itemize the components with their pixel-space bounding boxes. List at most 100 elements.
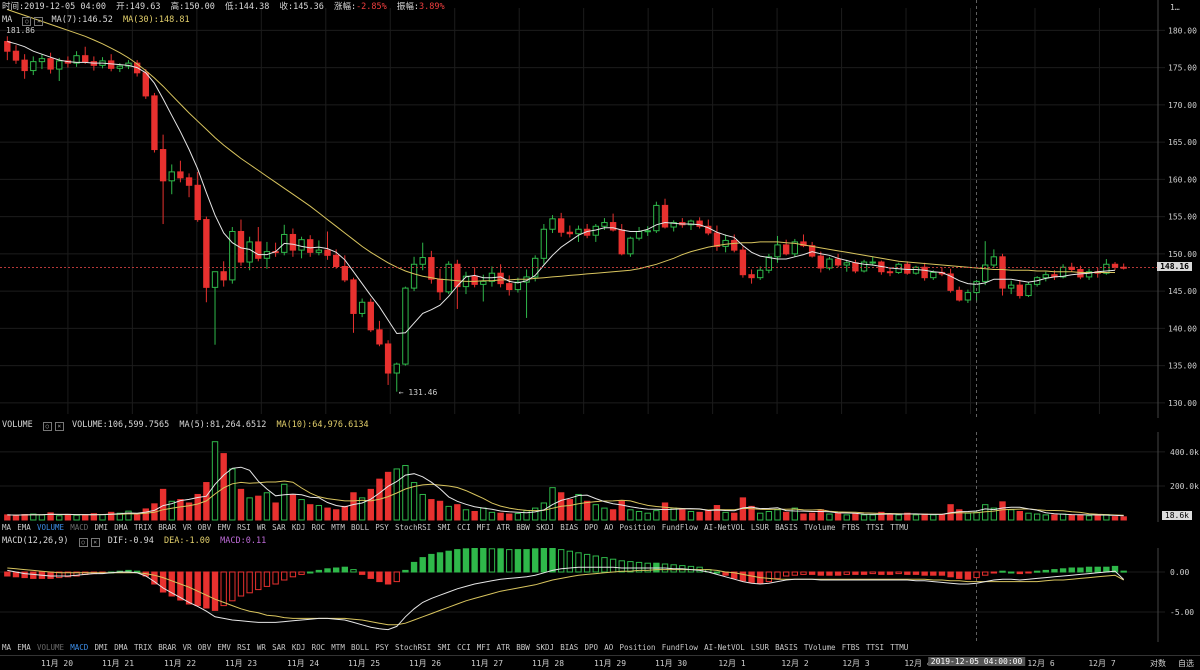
candlestick-chart[interactable]: 180.00 175.00 170.00 165.00 160.00 155.00 150.… xyxy=(0,0,1200,418)
macd-histogram-bar xyxy=(419,557,426,573)
candle-body xyxy=(618,229,625,255)
indicator-tab-mtm[interactable]: MTM xyxy=(331,523,345,532)
indicator-tab-ema[interactable]: EMA xyxy=(17,523,31,532)
indicator-tab-smi[interactable]: SMI xyxy=(437,523,451,532)
indicator-tab-ao[interactable]: AO xyxy=(604,523,613,532)
volume-bar xyxy=(999,501,1006,521)
settings-icon[interactable]: ○ xyxy=(42,422,52,431)
indicator-tab-ttmu[interactable]: TTMU xyxy=(890,523,908,532)
indicator-tab-brar[interactable]: BRAR xyxy=(158,643,176,652)
indicator-tab-wr[interactable]: WR xyxy=(257,523,266,532)
indicator-tab-ttsi[interactable]: TTSI xyxy=(866,523,884,532)
indicator-tab-ma[interactable]: MA xyxy=(2,523,11,532)
indicator-tab-bias[interactable]: BIAS xyxy=(560,643,578,652)
indicator-tab-stochrsi[interactable]: StochRSI xyxy=(395,643,431,652)
indicator-tab-cci[interactable]: CCI xyxy=(457,523,471,532)
indicator-tab-ai-netvol[interactable]: AI-NetVOL xyxy=(704,523,745,532)
volume-chart[interactable]: 400.0k 200.0k xyxy=(0,432,1200,522)
indicator-tab-dma[interactable]: DMA xyxy=(114,523,128,532)
close-icon[interactable]: × xyxy=(90,538,100,547)
indicator-tab-roc[interactable]: ROC xyxy=(312,523,326,532)
indicator-tab-emv[interactable]: EMV xyxy=(217,643,231,652)
indicator-tab-mtm[interactable]: MTM xyxy=(331,643,345,652)
indicator-tab-ttsi[interactable]: TTSI xyxy=(866,643,884,652)
indicator-tab-bias[interactable]: BIAS xyxy=(560,523,578,532)
close-icon[interactable]: × xyxy=(34,17,44,26)
close-icon[interactable]: × xyxy=(54,422,64,431)
indicator-tab-vr[interactable]: VR xyxy=(182,643,191,652)
time-axis[interactable]: 对数 自选 11月 20 11月 21 11月 22 11月 23 11月 24 11月 … xyxy=(0,655,1200,670)
indicator-tab-brar[interactable]: BRAR xyxy=(158,523,176,532)
indicator-tab-cci[interactable]: CCI xyxy=(457,643,471,652)
macd-chart[interactable]: 0.00 -5.00 xyxy=(0,548,1200,642)
indicator-tab-volume[interactable]: VOLUME xyxy=(37,523,64,532)
indicator-tab-trix[interactable]: TRIX xyxy=(134,643,152,652)
indicator-tab-skdj[interactable]: SKDJ xyxy=(536,643,554,652)
indicator-tab-tvolume[interactable]: TVolume xyxy=(804,643,836,652)
indicator-tab-vr[interactable]: VR xyxy=(182,523,191,532)
indicator-tab-obv[interactable]: OBV xyxy=(198,643,212,652)
indicator-tab-ai-netvol[interactable]: AI-NetVOL xyxy=(704,643,745,652)
indicator-tab-volume[interactable]: VOLUME xyxy=(37,643,64,652)
indicator-tab-ma[interactable]: MA xyxy=(2,643,11,652)
price-tick-label: 145.00 xyxy=(1168,287,1197,296)
indicator-tab-smi[interactable]: SMI xyxy=(437,643,451,652)
candle-body xyxy=(826,258,833,269)
indicator-tab-psy[interactable]: PSY xyxy=(375,523,389,532)
indicator-tab-basis[interactable]: BASIS xyxy=(775,643,798,652)
indicator-tab-emv[interactable]: EMV xyxy=(217,523,231,532)
time-tick-label: 12月 7 xyxy=(1088,659,1116,668)
indicator-tab-atr[interactable]: ATR xyxy=(497,523,511,532)
settings-icon[interactable]: ○ xyxy=(22,17,32,26)
candle-body xyxy=(964,292,972,301)
log-scale-button[interactable]: 对数 xyxy=(1150,658,1166,669)
indicator-tab-wr[interactable]: WR xyxy=(257,643,266,652)
indicator-tab-position[interactable]: Position xyxy=(619,643,655,652)
indicator-tab-obv[interactable]: OBV xyxy=(198,523,212,532)
indicator-tab-boll[interactable]: BOLL xyxy=(351,643,369,652)
indicator-tab-trix[interactable]: TRIX xyxy=(134,523,152,532)
indicator-tab-dma[interactable]: DMA xyxy=(114,643,128,652)
indicator-tab-rsi[interactable]: RSI xyxy=(237,643,251,652)
indicator-tab-ttmu[interactable]: TTMU xyxy=(890,643,908,652)
indicator-tab-lsur[interactable]: LSUR xyxy=(751,643,769,652)
indicator-tab-boll[interactable]: BOLL xyxy=(351,523,369,532)
indicator-tab-sar[interactable]: SAR xyxy=(272,523,286,532)
indicator-tab-mfi[interactable]: MFI xyxy=(477,643,491,652)
indicator-tab-stochrsi[interactable]: StochRSI xyxy=(395,523,431,532)
indicator-tab-fundflow[interactable]: FundFlow xyxy=(662,643,698,652)
indicator-tab-dpo[interactable]: DPO xyxy=(585,523,599,532)
indicator-tab-macd[interactable]: MACD xyxy=(70,643,88,652)
indicator-tab-skdj[interactable]: SKDJ xyxy=(536,523,554,532)
indicator-tab-ftbs[interactable]: FTBS xyxy=(842,643,860,652)
time-tick-label: 12月 2 xyxy=(781,659,809,668)
indicator-tab-rsi[interactable]: RSI xyxy=(237,523,251,532)
indicator-tab-bbw[interactable]: BBW xyxy=(516,643,530,652)
indicator-tab-macd[interactable]: MACD xyxy=(70,523,88,532)
indicator-tab-bbw[interactable]: BBW xyxy=(516,523,530,532)
indicator-tab-kdj[interactable]: KDJ xyxy=(292,523,306,532)
indicator-tab-ftbs[interactable]: FTBS xyxy=(842,523,860,532)
indicator-tab-dmi[interactable]: DMI xyxy=(94,643,108,652)
indicator-tab-dpo[interactable]: DPO xyxy=(585,643,599,652)
volume-bar xyxy=(800,513,807,521)
macd-histogram-bar xyxy=(1103,566,1110,573)
indicator-tab-kdj[interactable]: KDJ xyxy=(292,643,306,652)
indicator-tab-roc[interactable]: ROC xyxy=(312,643,326,652)
indicator-tab-tvolume[interactable]: TVolume xyxy=(804,523,836,532)
indicator-tab-lsur[interactable]: LSUR xyxy=(751,523,769,532)
indicator-tab-ao[interactable]: AO xyxy=(604,643,613,652)
indicator-tab-ema[interactable]: EMA xyxy=(17,643,31,652)
macd-histogram-bar xyxy=(358,571,366,575)
auto-scale-button[interactable]: 自选 xyxy=(1178,658,1194,669)
indicator-tab-psy[interactable]: PSY xyxy=(375,643,389,652)
indicator-tab-dmi[interactable]: DMI xyxy=(94,523,108,532)
indicator-tab-basis[interactable]: BASIS xyxy=(775,523,798,532)
candle-body xyxy=(566,231,574,235)
indicator-tab-position[interactable]: Position xyxy=(619,523,655,532)
indicator-tab-atr[interactable]: ATR xyxy=(497,643,511,652)
indicator-tab-fundflow[interactable]: FundFlow xyxy=(662,523,698,532)
indicator-tab-sar[interactable]: SAR xyxy=(272,643,286,652)
settings-icon[interactable]: ○ xyxy=(78,538,88,547)
indicator-tab-mfi[interactable]: MFI xyxy=(477,523,491,532)
